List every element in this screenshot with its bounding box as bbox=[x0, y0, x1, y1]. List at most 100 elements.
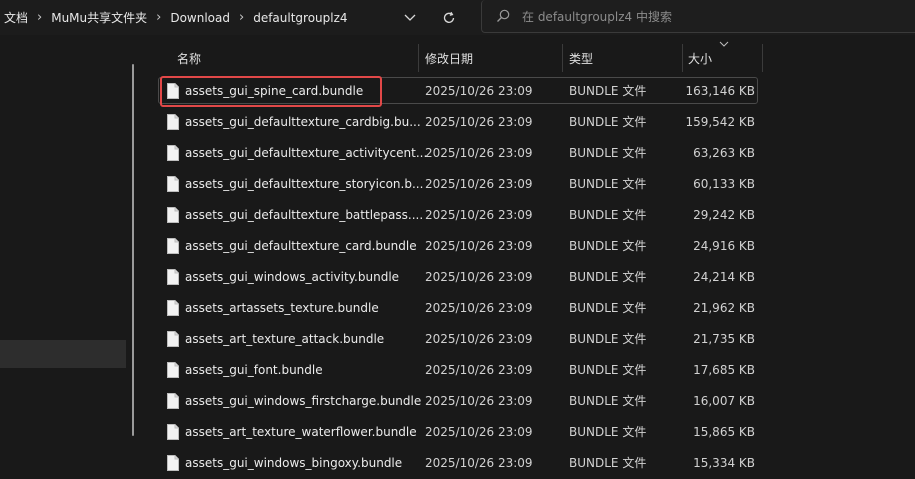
file-size: 163,146 KB bbox=[685, 84, 755, 98]
file-row[interactable]: assets_art_texture_attack.bundle 2025/10/… bbox=[147, 324, 915, 355]
file-name: assets_gui_defaulttexture_storyicon.b... bbox=[185, 177, 424, 191]
search-input[interactable] bbox=[522, 7, 902, 27]
column-divider[interactable] bbox=[682, 44, 683, 72]
file-modified-date: 2025/10/26 23:09 bbox=[425, 363, 533, 377]
file-row[interactable]: assets_gui_windows_firstcharge.bundle 202… bbox=[147, 386, 915, 417]
breadcrumb-separator-icon[interactable]: › bbox=[239, 10, 244, 25]
file-size: 29,242 KB bbox=[693, 208, 755, 222]
file-icon bbox=[167, 83, 179, 102]
file-modified-date: 2025/10/26 23:09 bbox=[425, 425, 533, 439]
file-modified-date: 2025/10/26 23:09 bbox=[425, 301, 533, 315]
file-row[interactable]: assets_art_texture_waterflower.bundle 202… bbox=[147, 417, 915, 448]
file-row[interactable]: assets_gui_spine_card.bundle 2025/10/26 2… bbox=[147, 76, 915, 107]
file-row[interactable]: assets_gui_windows_bingoxy.bundle 2025/10… bbox=[147, 448, 915, 479]
navigation-scrollbar[interactable] bbox=[132, 64, 134, 436]
chevron-down-icon[interactable] bbox=[399, 8, 421, 28]
file-size: 21,735 KB bbox=[693, 332, 755, 346]
file-name: assets_gui_windows_firstcharge.bundle bbox=[185, 394, 422, 408]
file-row[interactable]: assets_gui_defaulttexture_activitycent..… bbox=[147, 138, 915, 169]
file-icon bbox=[167, 393, 179, 412]
file-modified-date: 2025/10/26 23:09 bbox=[425, 84, 533, 98]
file-type: BUNDLE 文件 bbox=[569, 208, 647, 222]
file-size: 24,214 KB bbox=[693, 270, 755, 284]
column-header-size[interactable]: 大小 bbox=[688, 44, 712, 72]
nav-selected-item[interactable] bbox=[0, 340, 126, 368]
file-type: BUNDLE 文件 bbox=[569, 115, 647, 129]
file-row[interactable]: assets_gui_defaulttexture_cardbig.bu... 2… bbox=[147, 107, 915, 138]
file-icon bbox=[167, 424, 179, 443]
file-size: 21,962 KB bbox=[693, 301, 755, 315]
file-type: BUNDLE 文件 bbox=[569, 177, 647, 191]
breadcrumb-item-current-folder[interactable]: defaultgrouplz4 bbox=[253, 11, 347, 25]
file-icon bbox=[167, 455, 179, 474]
file-type: BUNDLE 文件 bbox=[569, 394, 647, 408]
address-toolbar: 文档 › MuMu共享文件夹 › Download › defaultgroup… bbox=[0, 0, 915, 35]
file-size: 15,865 KB bbox=[693, 425, 755, 439]
file-size: 60,133 KB bbox=[693, 177, 755, 191]
file-row[interactable]: assets_gui_windows_activity.bundle 2025/1… bbox=[147, 262, 915, 293]
file-icon bbox=[167, 362, 179, 381]
file-name: assets_gui_font.bundle bbox=[185, 363, 323, 377]
file-modified-date: 2025/10/26 23:09 bbox=[425, 208, 533, 222]
file-size: 63,263 KB bbox=[693, 146, 755, 160]
file-type: BUNDLE 文件 bbox=[569, 363, 647, 377]
file-modified-date: 2025/10/26 23:09 bbox=[425, 270, 533, 284]
breadcrumb-separator-icon[interactable]: › bbox=[156, 10, 161, 25]
file-modified-date: 2025/10/26 23:09 bbox=[425, 394, 533, 408]
file-icon bbox=[167, 207, 179, 226]
file-name: assets_gui_defaulttexture_activitycent..… bbox=[185, 146, 428, 160]
navigation-pane bbox=[0, 35, 140, 479]
column-divider[interactable] bbox=[418, 44, 419, 72]
file-size: 159,542 KB bbox=[685, 115, 755, 129]
column-header-modified[interactable]: 修改日期 bbox=[425, 44, 473, 72]
file-row[interactable]: assets_artassets_texture.bundle 2025/10/2… bbox=[147, 293, 915, 324]
file-icon bbox=[167, 145, 179, 164]
breadcrumb-item-mumu-shared[interactable]: MuMu共享文件夹 bbox=[51, 9, 147, 26]
file-modified-date: 2025/10/26 23:09 bbox=[425, 115, 533, 129]
file-name: assets_gui_windows_bingoxy.bundle bbox=[185, 456, 403, 470]
file-size: 17,685 KB bbox=[693, 363, 755, 377]
file-modified-date: 2025/10/26 23:09 bbox=[425, 146, 533, 160]
file-modified-date: 2025/10/26 23:09 bbox=[425, 332, 533, 346]
breadcrumb-separator-icon[interactable]: › bbox=[37, 10, 42, 25]
file-type: BUNDLE 文件 bbox=[569, 84, 647, 98]
column-divider[interactable] bbox=[762, 44, 763, 72]
file-name: assets_gui_defaulttexture_cardbig.bu... bbox=[185, 115, 421, 129]
file-type: BUNDLE 文件 bbox=[569, 301, 647, 315]
file-row[interactable]: assets_gui_defaulttexture_battlepass....… bbox=[147, 200, 915, 231]
file-type: BUNDLE 文件 bbox=[569, 239, 647, 253]
file-type: BUNDLE 文件 bbox=[569, 425, 647, 439]
file-type: BUNDLE 文件 bbox=[569, 332, 647, 346]
search-box[interactable] bbox=[481, 0, 915, 33]
file-icon bbox=[167, 300, 179, 319]
search-icon bbox=[496, 9, 510, 26]
breadcrumb: 文档 › MuMu共享文件夹 › Download › defaultgroup… bbox=[4, 0, 348, 35]
file-name: assets_artassets_texture.bundle bbox=[185, 301, 379, 315]
file-icon bbox=[167, 176, 179, 195]
file-type: BUNDLE 文件 bbox=[569, 146, 647, 160]
file-name: assets_gui_windows_activity.bundle bbox=[185, 270, 400, 284]
file-icon bbox=[167, 269, 179, 288]
column-header: 名称 修改日期 类型 大小 bbox=[147, 41, 915, 72]
file-icon bbox=[167, 331, 179, 350]
file-name: assets_art_texture_attack.bundle bbox=[185, 332, 385, 346]
sort-chevron-icon bbox=[719, 37, 729, 47]
file-modified-date: 2025/10/26 23:09 bbox=[425, 239, 533, 253]
file-name: assets_gui_defaulttexture_card.bundle bbox=[185, 239, 417, 253]
refresh-icon[interactable] bbox=[437, 6, 461, 30]
file-name: assets_gui_defaulttexture_battlepass.... bbox=[185, 208, 424, 222]
file-icon bbox=[167, 114, 179, 133]
column-divider[interactable] bbox=[562, 44, 563, 72]
file-size: 16,007 KB bbox=[693, 394, 755, 408]
file-name: assets_art_texture_waterflower.bundle bbox=[185, 425, 417, 439]
file-row[interactable]: assets_gui_defaulttexture_storyicon.b...… bbox=[147, 169, 915, 200]
file-type: BUNDLE 文件 bbox=[569, 456, 647, 470]
column-header-type[interactable]: 类型 bbox=[569, 44, 593, 72]
column-header-name[interactable]: 名称 bbox=[177, 44, 201, 72]
breadcrumb-item-download[interactable]: Download bbox=[170, 11, 230, 25]
file-row[interactable]: assets_gui_defaulttexture_card.bundle 202… bbox=[147, 231, 915, 262]
file-icon bbox=[167, 238, 179, 257]
file-modified-date: 2025/10/26 23:09 bbox=[425, 177, 533, 191]
breadcrumb-item-documents[interactable]: 文档 bbox=[4, 9, 28, 26]
file-row[interactable]: assets_gui_font.bundle 2025/10/26 23:09 BU… bbox=[147, 355, 915, 386]
